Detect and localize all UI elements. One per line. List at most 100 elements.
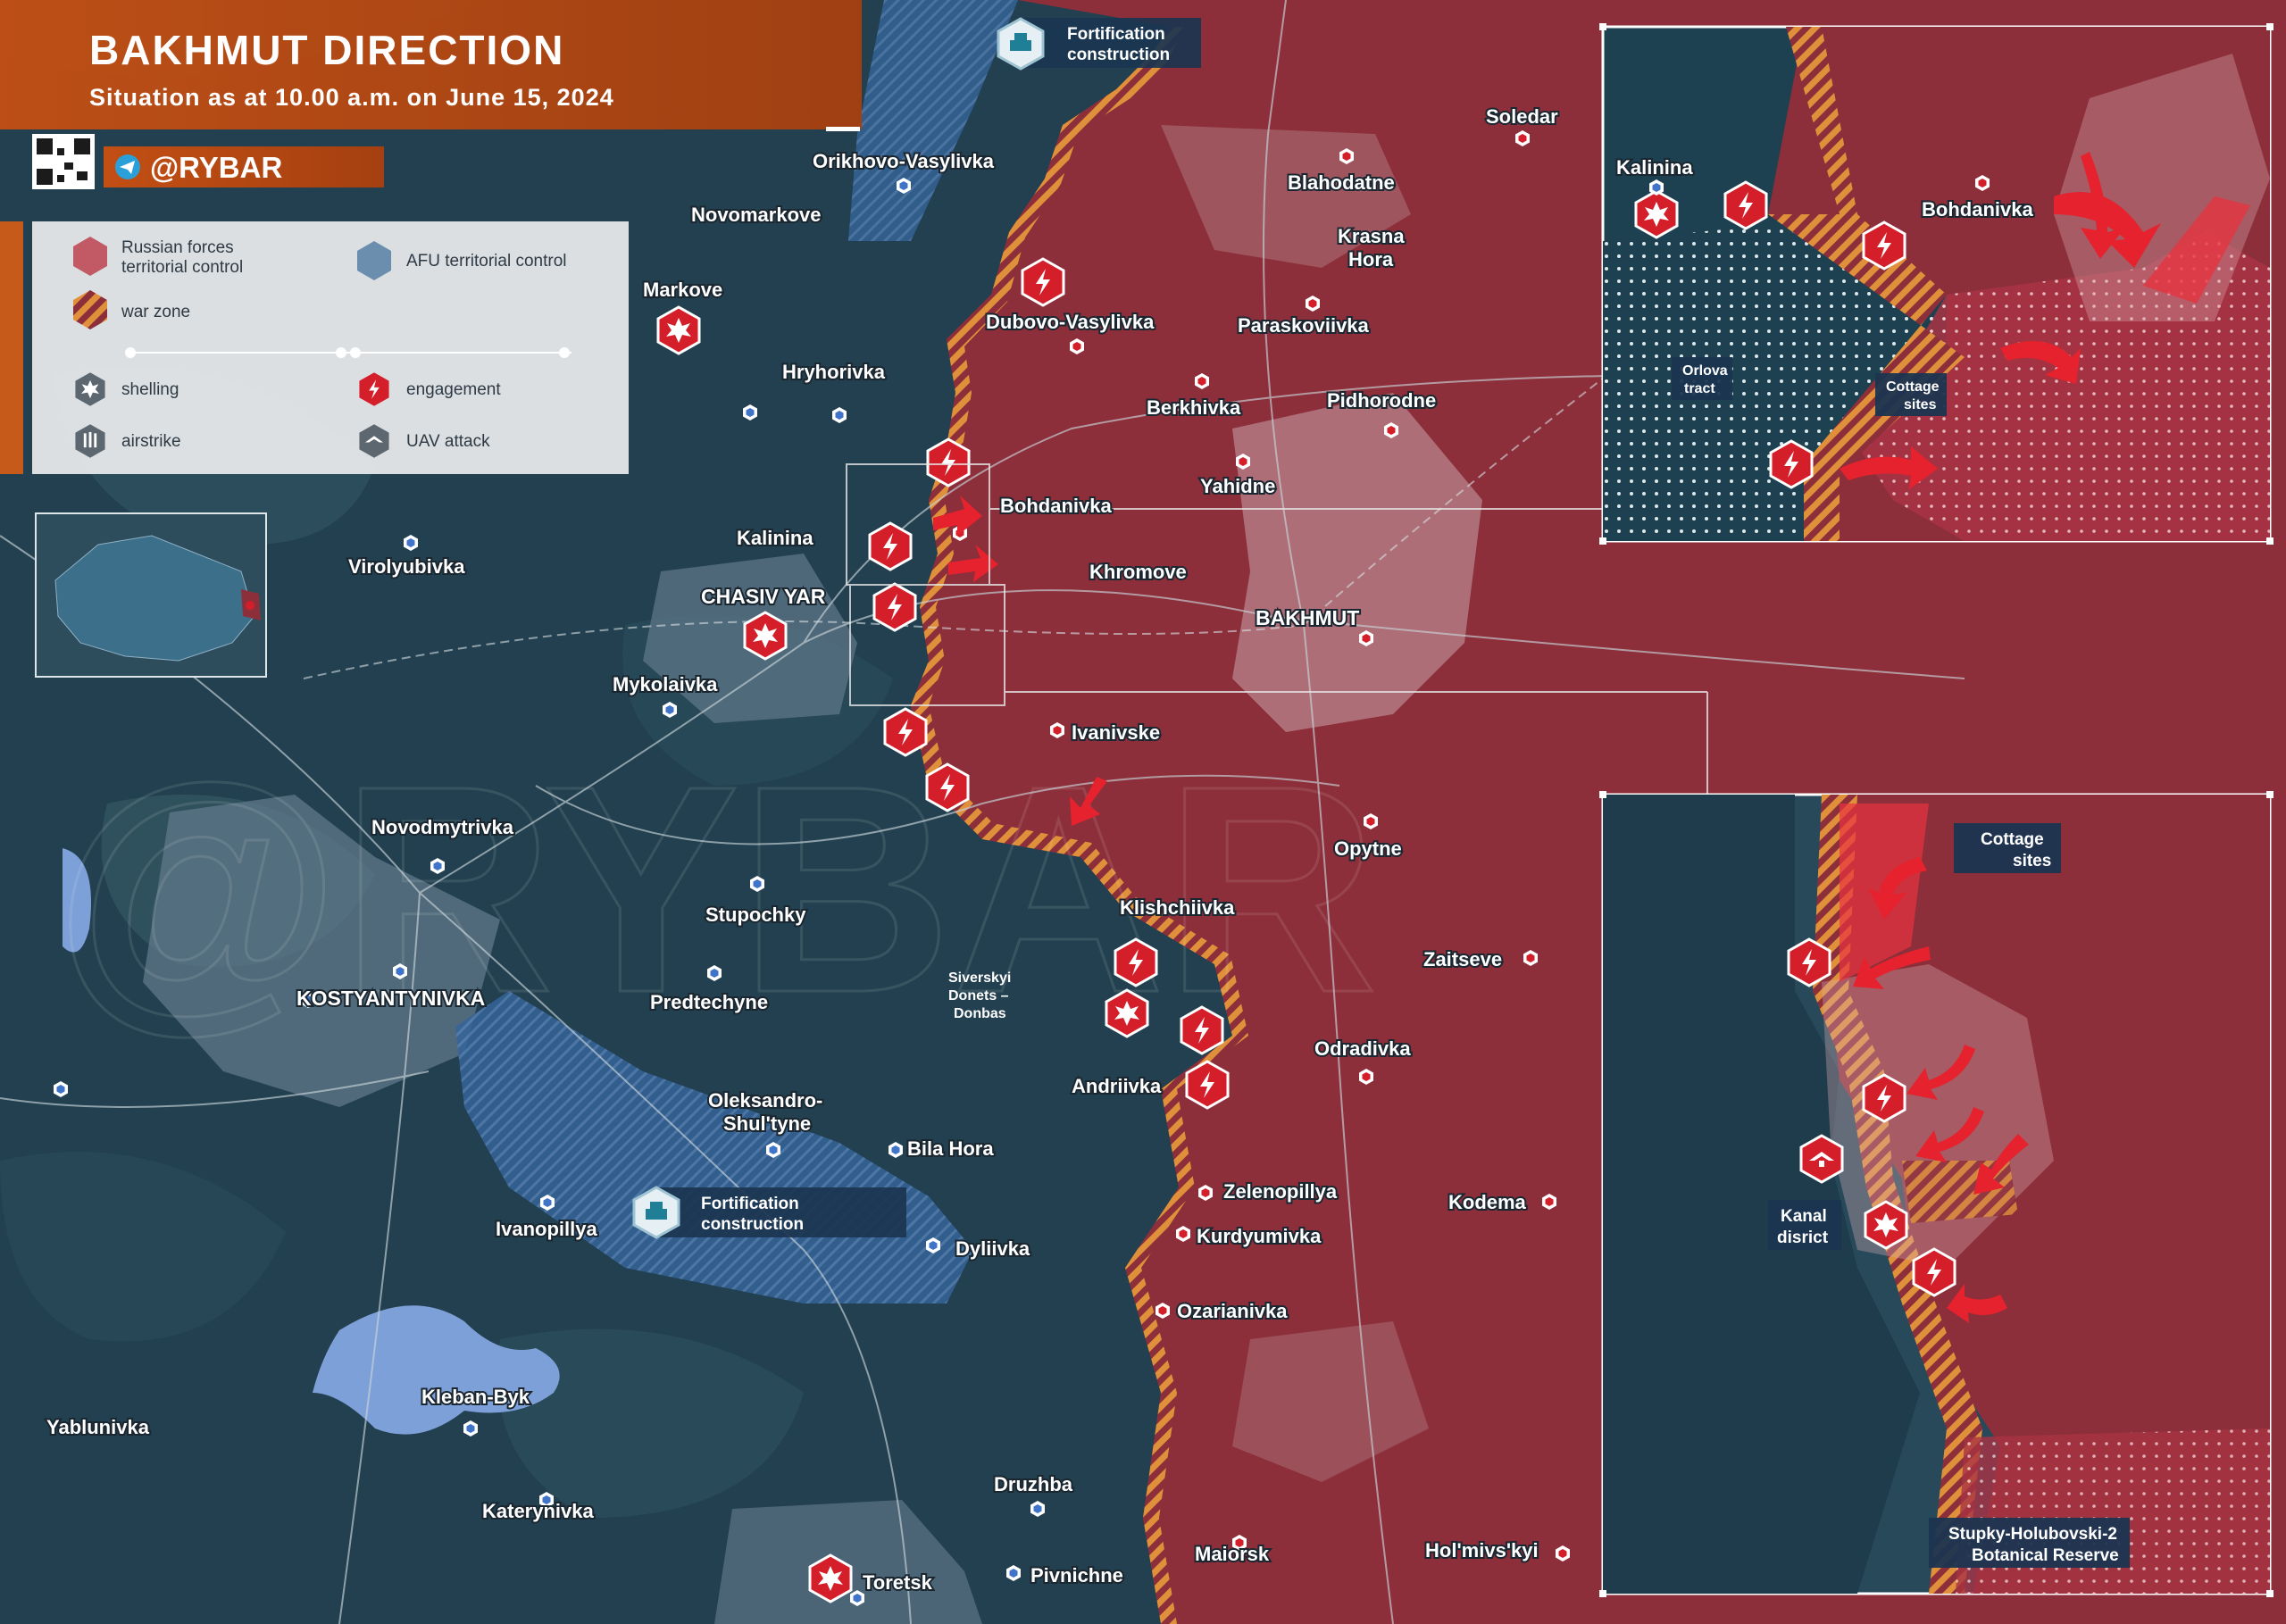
town-paraskoviivka: Paraskoviivka [1238, 314, 1370, 337]
town-kostyantynivka: KOSTYANTYNIVKA [296, 987, 485, 1010]
town-zelenopillya: Zelenopillya [1223, 1180, 1338, 1203]
legend-shelling: shelling [121, 380, 179, 399]
engagement-icon [1769, 439, 1814, 489]
uav-attack-icon [1799, 1134, 1844, 1184]
shelling-icon [1864, 1200, 1908, 1250]
town-soledar: Soledar [1486, 105, 1558, 128]
town-oleksandro-line2: Shul'tyne [723, 1112, 811, 1135]
town-andriivka: Andriivka [1072, 1075, 1162, 1097]
legend-war-zone: war zone [121, 303, 190, 321]
inset-bottom-kanal-line1: Kanal [1781, 1207, 1827, 1226]
inset-bottom-reserve-line2: Botanical Reserve [1972, 1546, 2119, 1565]
overview-minimap [35, 512, 267, 678]
town-holmivskyi: Hol'mivs'kyi [1425, 1539, 1539, 1562]
fortification-icon [997, 17, 1045, 71]
town-virolyubivka: Virolyubivka [348, 555, 465, 578]
town-zaitseve: Zaitseve [1423, 948, 1502, 970]
engagement-icon [926, 437, 971, 487]
fortification-label-line1: Fortification [701, 1195, 799, 1213]
town-bohdanivka: Bohdanivka [1000, 495, 1112, 517]
legend-airstrike: airstrike [121, 432, 181, 451]
town-kalinina: Kalinina [737, 527, 813, 549]
town-orikhovo-vasylivka: Orikhovo-Vasylivka [813, 150, 995, 172]
town-stupochky: Stupochky [705, 904, 806, 926]
town-mykolaivka: Mykolaivka [613, 673, 718, 695]
shelling-icon [743, 611, 788, 661]
inset-top-bohdanivka: Bohdanivka [1922, 198, 2033, 221]
fortification-tag-north: Fortification construction [997, 17, 1201, 71]
fortification-label-line2: construction [1067, 46, 1170, 64]
shelling-icon [1105, 988, 1149, 1038]
town-bila-hora: Bila Hora [907, 1137, 994, 1160]
engagement-icon [1180, 1005, 1224, 1055]
town-krasna-line1: Krasna [1338, 225, 1405, 247]
town-dubovo-vasylivka: Dubovo-Vasylivka [986, 311, 1155, 333]
town-blahodatne: Blahodatne [1288, 171, 1395, 194]
town-novomarkove: Novomarkove [691, 204, 822, 226]
town-berkhivka: Berkhivka [1147, 396, 1241, 419]
engagement-icon [868, 521, 913, 571]
inset-bottom-cottage-line2: sites [2013, 852, 2051, 870]
engagement-icon [925, 762, 970, 812]
town-krasna-line2: Hora [1348, 248, 1394, 271]
engagement-icon [1723, 180, 1768, 230]
engagement-icon [883, 707, 928, 757]
legend-afu: AFU territorial control [406, 252, 567, 271]
fortification-label-line1: Fortification [1067, 25, 1165, 44]
town-maiorsk: Maiorsk [1195, 1543, 1270, 1565]
engagement-icon [1114, 937, 1158, 987]
fortification-label-line2: construction [701, 1215, 804, 1234]
legend: Russian forces territorial control AFU t… [0, 221, 629, 474]
qr-code-icon [32, 134, 95, 189]
town-pivnichne: Pivnichne [1030, 1564, 1123, 1587]
town-druzhba: Druzhba [994, 1473, 1073, 1495]
town-katerynivka: Katerynivka [482, 1500, 595, 1522]
town-pidhorodne: Pidhorodne [1327, 389, 1436, 412]
fortification-tag-south: Fortification construction [632, 1186, 906, 1239]
town-toretsk: Toretsk [863, 1571, 933, 1594]
inset-bottom-kanal-line2: disrict [1777, 1228, 1829, 1247]
town-ozarianivka: Ozarianivka [1177, 1300, 1288, 1322]
town-odradivka: Odradivka [1314, 1037, 1411, 1060]
inset-top-orlova-line2: tract [1684, 381, 1715, 396]
inset-top-orlova-line1: Orlova [1682, 363, 1728, 379]
engagement-icon [1787, 937, 1831, 987]
town-yablunivka: Yablunivka [46, 1416, 150, 1438]
town-predtechyne: Predtechyne [650, 991, 768, 1013]
engagement-icon [1862, 1073, 1906, 1123]
legend-russian-line2: territorial control [121, 258, 243, 277]
inset-top-cottage-line1: Cottage [1886, 379, 1940, 395]
town-dyliivka: Dyliivka [955, 1237, 1030, 1260]
map-subtitle: Situation as at 10.00 a.m. on June 15, 2… [89, 84, 614, 111]
brand-handle: @RYBAR [150, 151, 282, 184]
fortification-icon [632, 1186, 680, 1239]
town-khromove: Khromove [1089, 561, 1187, 583]
town-ivanivske: Ivanivske [1072, 721, 1160, 744]
legend-uav-attack: UAV attack [406, 432, 490, 451]
town-kleban-byk: Kleban-Byk [421, 1386, 530, 1408]
town-ivanopillya: Ivanopillya [496, 1218, 597, 1240]
town-kurdyumivka: Kurdyumivka [1197, 1225, 1322, 1247]
engagement-icon [872, 582, 917, 632]
situation-map: @RYBAR BAKHMUT DIRECTION Situation as at… [0, 0, 2286, 1624]
shelling-icon [656, 305, 701, 355]
engagement-icon [1862, 221, 1906, 271]
engagement-icon [1021, 257, 1065, 307]
town-kodema: Kodema [1448, 1191, 1527, 1213]
inset-bottom: Cottage sites Kanal disrict Stupky-Holub… [1599, 791, 2273, 1597]
engagement-icon [1185, 1060, 1230, 1110]
town-oleksandro-line1: Oleksandro- [708, 1089, 822, 1112]
inset-top: Kalinina Bohdanivka Orlova tract Cottage… [1599, 23, 2273, 545]
map-title: BAKHMUT DIRECTION [89, 27, 564, 73]
inset-top-kalinina: Kalinina [1616, 156, 1693, 179]
engagement-icon [1912, 1247, 1956, 1297]
town-markove: Markove [643, 279, 722, 301]
legend-russian-line1: Russian forces [121, 238, 234, 257]
town-yahidne: Yahidne [1200, 475, 1275, 497]
town-bakhmut: BAKHMUT [1256, 606, 1359, 629]
inset-bottom-cottage-line1: Cottage [1981, 830, 2044, 849]
shelling-icon [808, 1553, 853, 1603]
canal-label-line3: Donbas [954, 1006, 1006, 1021]
inset-bottom-reserve-line1: Stupky-Holubovski-2 [1948, 1525, 2117, 1544]
legend-engagement: engagement [406, 380, 501, 399]
